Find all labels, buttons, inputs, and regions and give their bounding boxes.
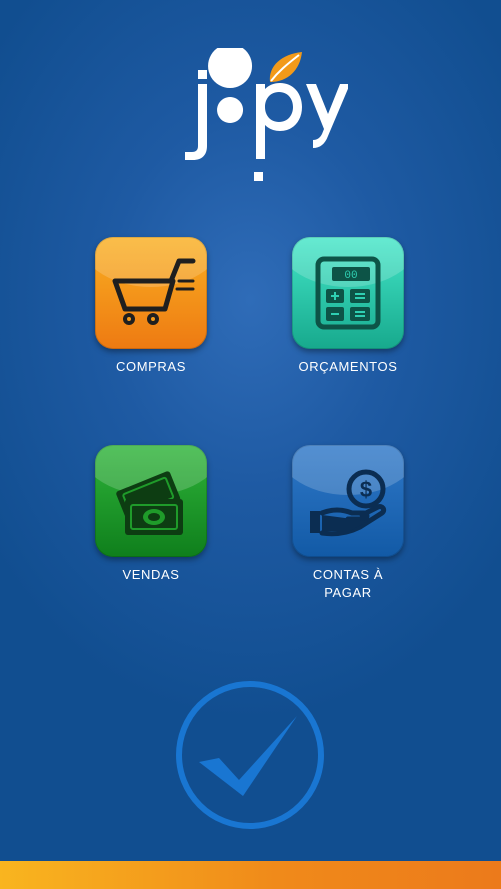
- confirm-checkmark-button[interactable]: [175, 680, 325, 830]
- contas-label-line1: CONTAS À: [312, 567, 384, 582]
- checkmark-icon: [199, 716, 297, 796]
- orcamentos-label: ORÇAMENTOS: [298, 359, 398, 374]
- bottom-accent-bar: [0, 861, 501, 889]
- orcamentos-button[interactable]: 00: [292, 237, 404, 349]
- cash-money-icon: [116, 471, 183, 535]
- hand-dollar-icon: $: [310, 469, 387, 537]
- compras-button[interactable]: [95, 237, 207, 349]
- calculator-icon: 00: [315, 256, 381, 330]
- shopping-cart-icon: [112, 258, 196, 325]
- svg-text:$: $: [360, 477, 372, 502]
- compras-label: COMPRAS: [116, 359, 186, 374]
- vendas-label: VENDAS: [122, 567, 180, 582]
- jopy-logo: [185, 48, 348, 181]
- vendas-button[interactable]: [95, 445, 207, 557]
- contas-label-line2: PAGAR: [324, 585, 372, 600]
- contas-a-pagar-button[interactable]: $: [292, 445, 404, 557]
- svg-text:00: 00: [344, 270, 357, 282]
